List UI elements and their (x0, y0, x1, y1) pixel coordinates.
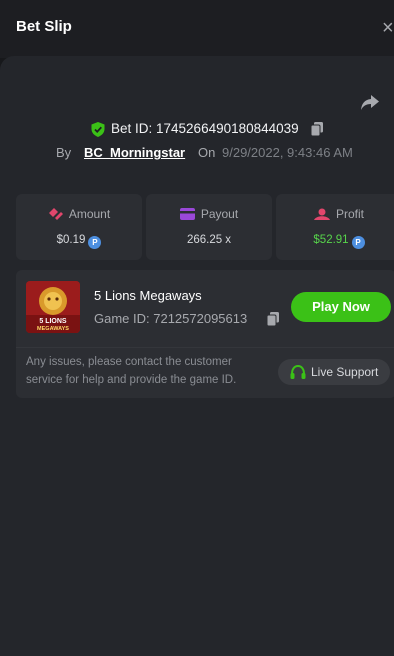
game-id: Game ID: 7212572095613 (94, 311, 248, 326)
bet-id-row: Bet ID: 1745266490180844039 (0, 120, 394, 138)
stat-label: Payout (200, 207, 239, 221)
game-title: 5 Lions Megaways (94, 288, 202, 303)
svg-text:5 LIONS: 5 LIONS (39, 318, 67, 325)
profit-icon (313, 208, 330, 220)
svg-text:MEGAWAYS: MEGAWAYS (37, 326, 69, 332)
coin-icon: P (351, 236, 365, 249)
game-card: 5 LIONS MEGAWAYS 5 Lions Megaways Game I… (16, 270, 394, 398)
amount-icon (48, 208, 63, 220)
stat-label: Amount (68, 207, 111, 221)
game-thumbnail[interactable]: 5 LIONS MEGAWAYS (26, 281, 80, 333)
page-title: Bet Slip (16, 18, 72, 35)
bet-datetime: 9/29/2022, 9:43:46 AM (222, 145, 353, 160)
stat-value: $52.91 (313, 234, 349, 246)
live-support-label: Live Support (311, 365, 379, 379)
bet-meta-row: By BC_Morningstar On 9/29/2022, 9:43:46 … (0, 145, 394, 163)
support-note: Any issues, please contact the customer … (26, 356, 237, 386)
close-icon[interactable]: × (382, 18, 394, 38)
live-support-button[interactable]: Live Support (278, 359, 390, 385)
copy-icon[interactable] (267, 312, 279, 326)
play-now-button[interactable]: Play Now (291, 292, 391, 322)
stat-label: Profit (335, 207, 364, 221)
headset-icon (290, 365, 306, 379)
divider (16, 347, 394, 348)
on-label: On (198, 145, 216, 160)
copy-icon[interactable] (311, 122, 323, 136)
header: Bet Slip × (0, 0, 394, 58)
coin-icon: P (88, 236, 102, 249)
stat-payout: Payout 266.25 x (146, 194, 272, 260)
stat-value: $0.19 (56, 234, 86, 246)
username-link[interactable]: BC_Morningstar (84, 145, 185, 160)
stat-profit: Profit $52.91 P (276, 194, 394, 260)
stat-amount: Amount $0.19 P (16, 194, 142, 260)
shield-icon (91, 122, 105, 137)
payout-icon (179, 208, 195, 220)
by-label: By (56, 145, 72, 160)
share-icon[interactable] (360, 93, 380, 111)
stat-value: 266.25 x (186, 234, 232, 246)
bet-id: Bet ID: 1745266490180844039 (111, 121, 299, 136)
